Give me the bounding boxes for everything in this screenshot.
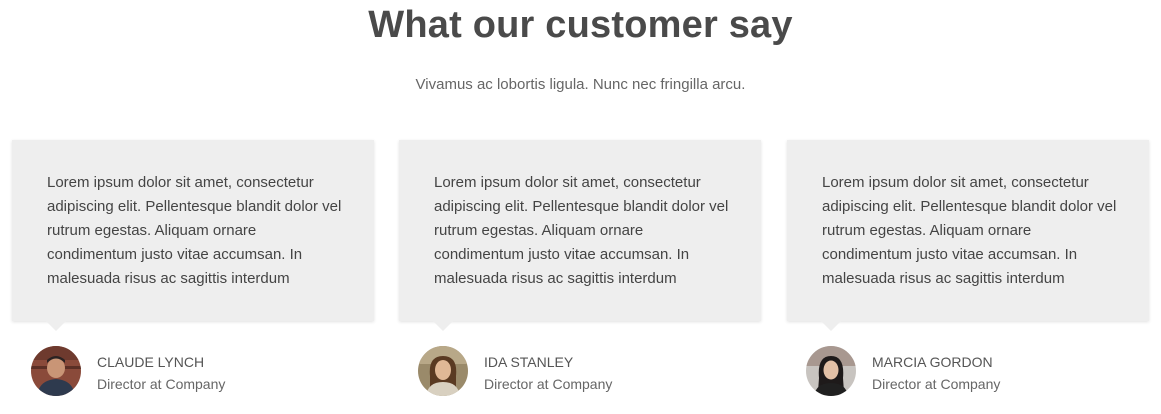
testimonial-card: Lorem ipsum dolor sit amet, consectetur … — [787, 140, 1149, 331]
section-title: What our customer say — [368, 4, 793, 46]
section-subtitle: Vivamus ac lobortis ligula. Nunc nec fri… — [415, 76, 746, 93]
testimonial-author: MARCIA GORDON Director at Company — [806, 346, 1146, 398]
testimonial-quote: Lorem ipsum dolor sit amet, consectetur … — [822, 174, 1117, 287]
avatar — [31, 346, 81, 396]
testimonial-card: Lorem ipsum dolor sit amet, consectetur … — [399, 140, 761, 331]
author-role: Director at Company — [872, 376, 1001, 392]
avatar — [418, 346, 468, 396]
author-role: Director at Company — [484, 376, 613, 392]
author-name: CLAUDE LYNCH — [97, 354, 205, 370]
testimonial-quote: Lorem ipsum dolor sit amet, consectetur … — [434, 174, 729, 287]
testimonial-author: CLAUDE LYNCH Director at Company — [31, 346, 371, 398]
testimonial-quote: Lorem ipsum dolor sit amet, consectetur … — [47, 174, 342, 287]
author-role: Director at Company — [97, 376, 226, 392]
testimonials-section: What our customer say Vivamus ac loborti… — [0, 0, 1161, 414]
testimonial-author: IDA STANLEY Director at Company — [418, 346, 758, 398]
author-name: IDA STANLEY — [484, 354, 574, 370]
testimonial-card: Lorem ipsum dolor sit amet, consectetur … — [12, 140, 374, 331]
author-name: MARCIA GORDON — [872, 354, 993, 370]
avatar — [806, 346, 856, 396]
